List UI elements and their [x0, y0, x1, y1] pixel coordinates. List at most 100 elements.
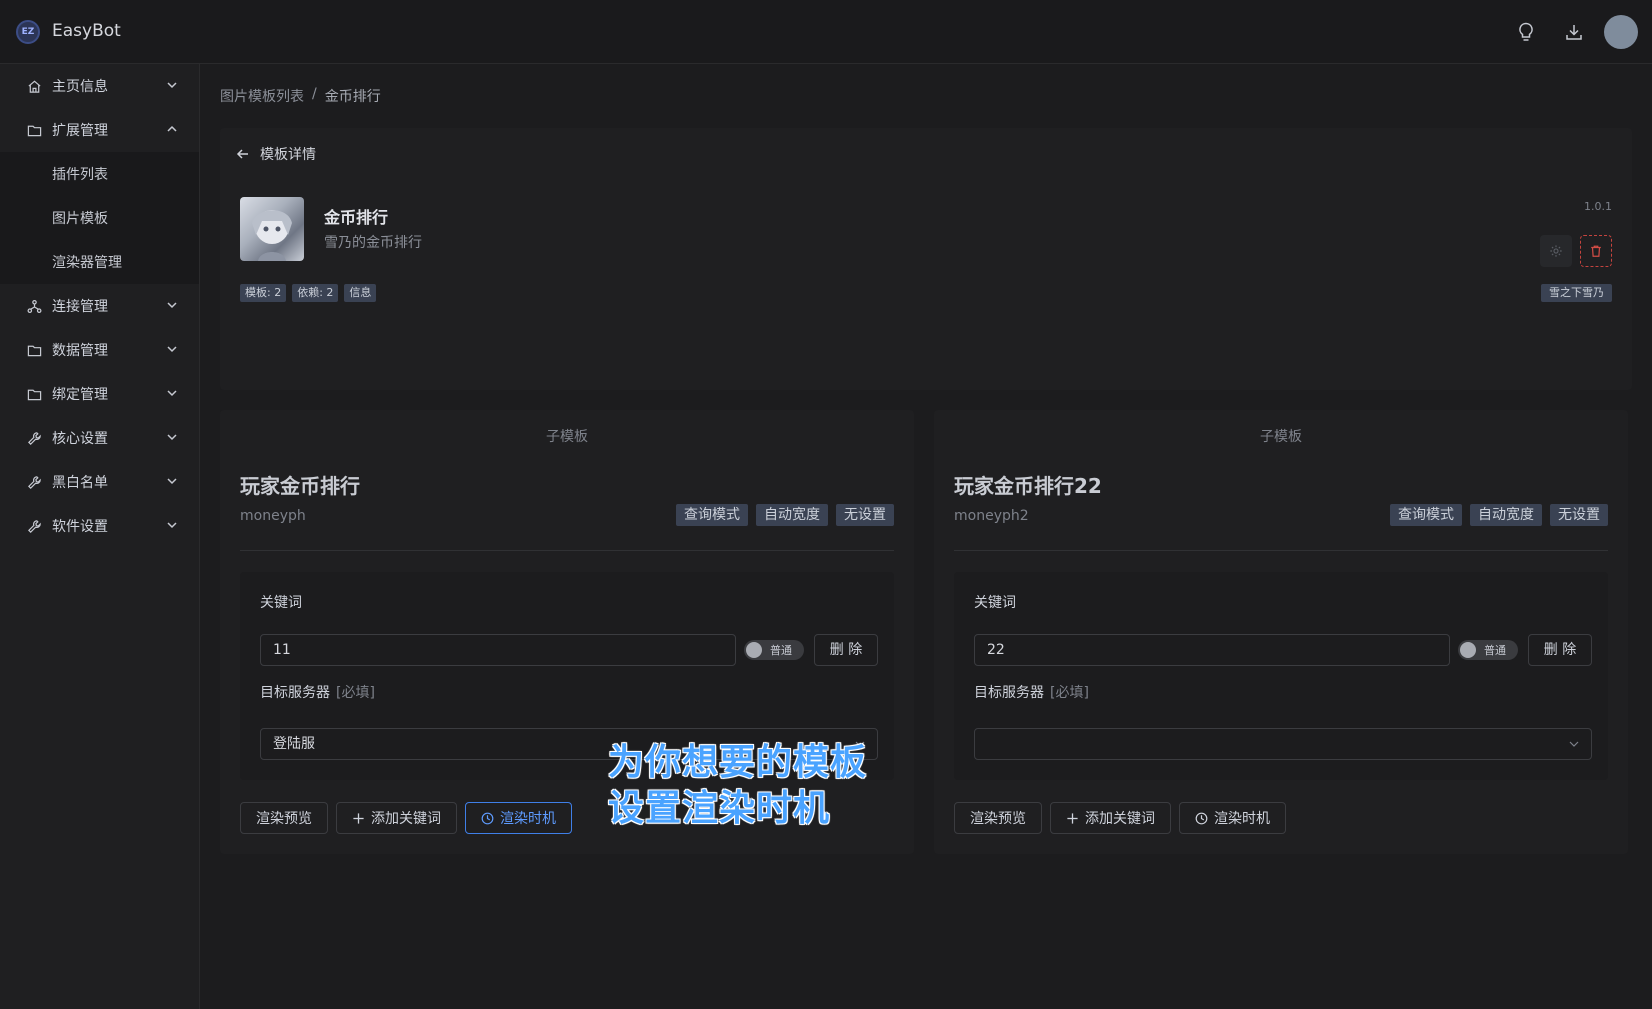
tag-no-settings: 无设置	[836, 504, 894, 526]
sidebar-item-bindings[interactable]: 绑定管理	[0, 372, 199, 416]
target-server-label-text: 目标服务器	[260, 685, 330, 701]
template-detail-card: 模板详情 金币排行 雪乃的金币排行 1.0.1 模板: 2 依赖: 2 信息 雪…	[220, 128, 1632, 390]
back-label: 模板详情	[260, 147, 316, 163]
sidebar-item-connections[interactable]: 连接管理	[0, 284, 199, 328]
target-server-label: 目标服务器 [必填]	[974, 682, 1089, 702]
render-preview-label: 渲染预览	[256, 811, 312, 827]
subtemplate-section-title: 子模板	[1260, 429, 1302, 445]
sidebar-item-core-settings[interactable]: 核心设置	[0, 416, 199, 460]
chevron-down-icon	[167, 82, 177, 89]
breadcrumb-current: 金币排行	[324, 89, 381, 105]
keyword-input[interactable]: 11	[260, 634, 736, 666]
annotation-caption: 为你想要的模板 设置渲染时机	[608, 740, 867, 832]
chevron-down-icon	[167, 390, 177, 397]
tag-auto-width: 自动宽度	[756, 504, 828, 526]
keyword-input[interactable]: 22	[974, 634, 1450, 666]
back-button[interactable]: 模板详情	[236, 144, 316, 164]
delete-keyword-button[interactable]: 删 除	[1528, 634, 1592, 666]
delete-keyword-button[interactable]: 删 除	[814, 634, 878, 666]
clock-icon	[481, 812, 494, 824]
keyword-mode-toggle[interactable]: 普通	[744, 640, 804, 660]
toggle-knob	[1460, 642, 1476, 658]
breadcrumb-separator: /	[312, 86, 317, 102]
subtemplate-tags: 查询模式 自动宽度 无设置	[1390, 504, 1608, 526]
plus-icon	[353, 812, 364, 824]
wrench-icon	[26, 474, 42, 490]
user-avatar[interactable]	[1604, 15, 1638, 49]
tag-info[interactable]: 信息	[344, 284, 377, 302]
render-preview-button[interactable]: 渲染预览	[954, 802, 1042, 834]
gear-icon	[1550, 245, 1562, 257]
render-preview-button[interactable]: 渲染预览	[240, 802, 328, 834]
add-keyword-label: 添加关键词	[1085, 811, 1155, 827]
sidebar-item-data[interactable]: 数据管理	[0, 328, 199, 372]
annotation-line-1: 为你想要的模板	[608, 742, 868, 783]
plus-icon	[1067, 812, 1078, 824]
chevron-down-icon	[167, 478, 177, 485]
breadcrumb-parent[interactable]: 图片模板列表	[220, 86, 304, 106]
lightbulb-icon[interactable]	[1502, 14, 1550, 50]
template-version: 1.0.1	[1584, 200, 1612, 213]
clock-icon	[1195, 812, 1208, 824]
tag-template-count: 模板: 2	[240, 284, 287, 302]
render-preview-label: 渲染预览	[970, 811, 1026, 827]
toggle-label: 普通	[1484, 644, 1506, 657]
subtemplate-card: 子模板 玩家金币排行22 moneyph2 查询模式 自动宽度 无设置 关键词 …	[934, 410, 1628, 854]
template-settings-button[interactable]	[1540, 235, 1572, 267]
subtemplate-key: moneyph	[240, 508, 306, 524]
toggle-label: 普通	[770, 644, 792, 657]
template-description: 雪乃的金币排行	[324, 235, 422, 251]
chevron-down-icon	[167, 302, 177, 309]
author-tag: 雪之下雪乃	[1541, 284, 1612, 302]
render-timing-label: 渲染时机	[1214, 811, 1270, 827]
chevron-down-icon	[1569, 741, 1579, 747]
chevron-down-icon	[167, 346, 177, 353]
sidebar-item-plugin-list[interactable]: 插件列表	[0, 152, 199, 196]
render-timing-button[interactable]: 渲染时机	[1179, 802, 1286, 834]
subtemplate-actions: 渲染预览 添加关键词 渲染时机	[954, 802, 1286, 834]
subtemplate-name: 玩家金币排行	[240, 474, 360, 498]
chevron-down-icon	[167, 522, 177, 529]
add-keyword-button[interactable]: 添加关键词	[1050, 802, 1171, 834]
sidebar-item-software-settings[interactable]: 软件设置	[0, 504, 199, 548]
sidebar-item-label: 主页信息	[52, 79, 108, 95]
target-server-select[interactable]	[974, 728, 1592, 760]
folder-icon	[26, 342, 42, 358]
tag-dependency-count: 依赖: 2	[292, 284, 339, 302]
app-logo: EZ	[16, 20, 40, 44]
render-timing-button[interactable]: 渲染时机	[465, 802, 572, 834]
annotation-line-2: 设置渲染时机	[608, 788, 831, 829]
template-delete-button[interactable]	[1580, 235, 1612, 267]
keyword-mode-toggle[interactable]: 普通	[1458, 640, 1518, 660]
tag-no-settings: 无设置	[1550, 504, 1608, 526]
chevron-down-icon	[167, 434, 177, 441]
home-icon	[26, 78, 42, 94]
sidebar-item-renderer-management[interactable]: 渲染器管理	[0, 240, 199, 284]
sidebar-item-label: 数据管理	[52, 343, 108, 359]
sidebar-item-label: 连接管理	[52, 299, 108, 315]
sidebar-item-extensions[interactable]: 扩展管理	[0, 108, 199, 152]
main-content: 图片模板列表 / 金币排行 模板详情 金币排行 雪乃的金币排行 1.0.1 模板…	[200, 64, 1652, 1009]
arrow-left-icon	[236, 149, 248, 159]
sidebar-item-home[interactable]: 主页信息	[0, 64, 199, 108]
required-marker: [必填]	[336, 685, 375, 701]
sidebar: 主页信息 扩展管理 插件列表 图片模板 渲染器管理 连接管理 数据管理 绑定管理	[0, 64, 200, 1009]
sidebar-item-blackwhite-list[interactable]: 黑白名单	[0, 460, 199, 504]
wrench-icon	[26, 430, 42, 446]
sidebar-item-image-templates[interactable]: 图片模板	[0, 196, 199, 240]
extensions-submenu: 插件列表 图片模板 渲染器管理	[0, 152, 199, 284]
target-server-value: 登陆服	[273, 736, 315, 752]
sidebar-item-label: 扩展管理	[52, 123, 108, 139]
trash-icon	[1591, 245, 1601, 257]
subtemplate-name: 玩家金币排行22	[954, 474, 1102, 498]
template-name: 金币排行	[324, 208, 389, 227]
subtemplate-key: moneyph2	[954, 508, 1029, 524]
toggle-knob	[746, 642, 762, 658]
divider	[954, 550, 1608, 551]
folder-icon	[26, 386, 42, 402]
add-keyword-button[interactable]: 添加关键词	[336, 802, 457, 834]
target-server-label: 目标服务器 [必填]	[260, 682, 375, 702]
network-icon	[26, 298, 42, 314]
download-icon[interactable]	[1550, 14, 1598, 50]
tag-auto-width: 自动宽度	[1470, 504, 1542, 526]
